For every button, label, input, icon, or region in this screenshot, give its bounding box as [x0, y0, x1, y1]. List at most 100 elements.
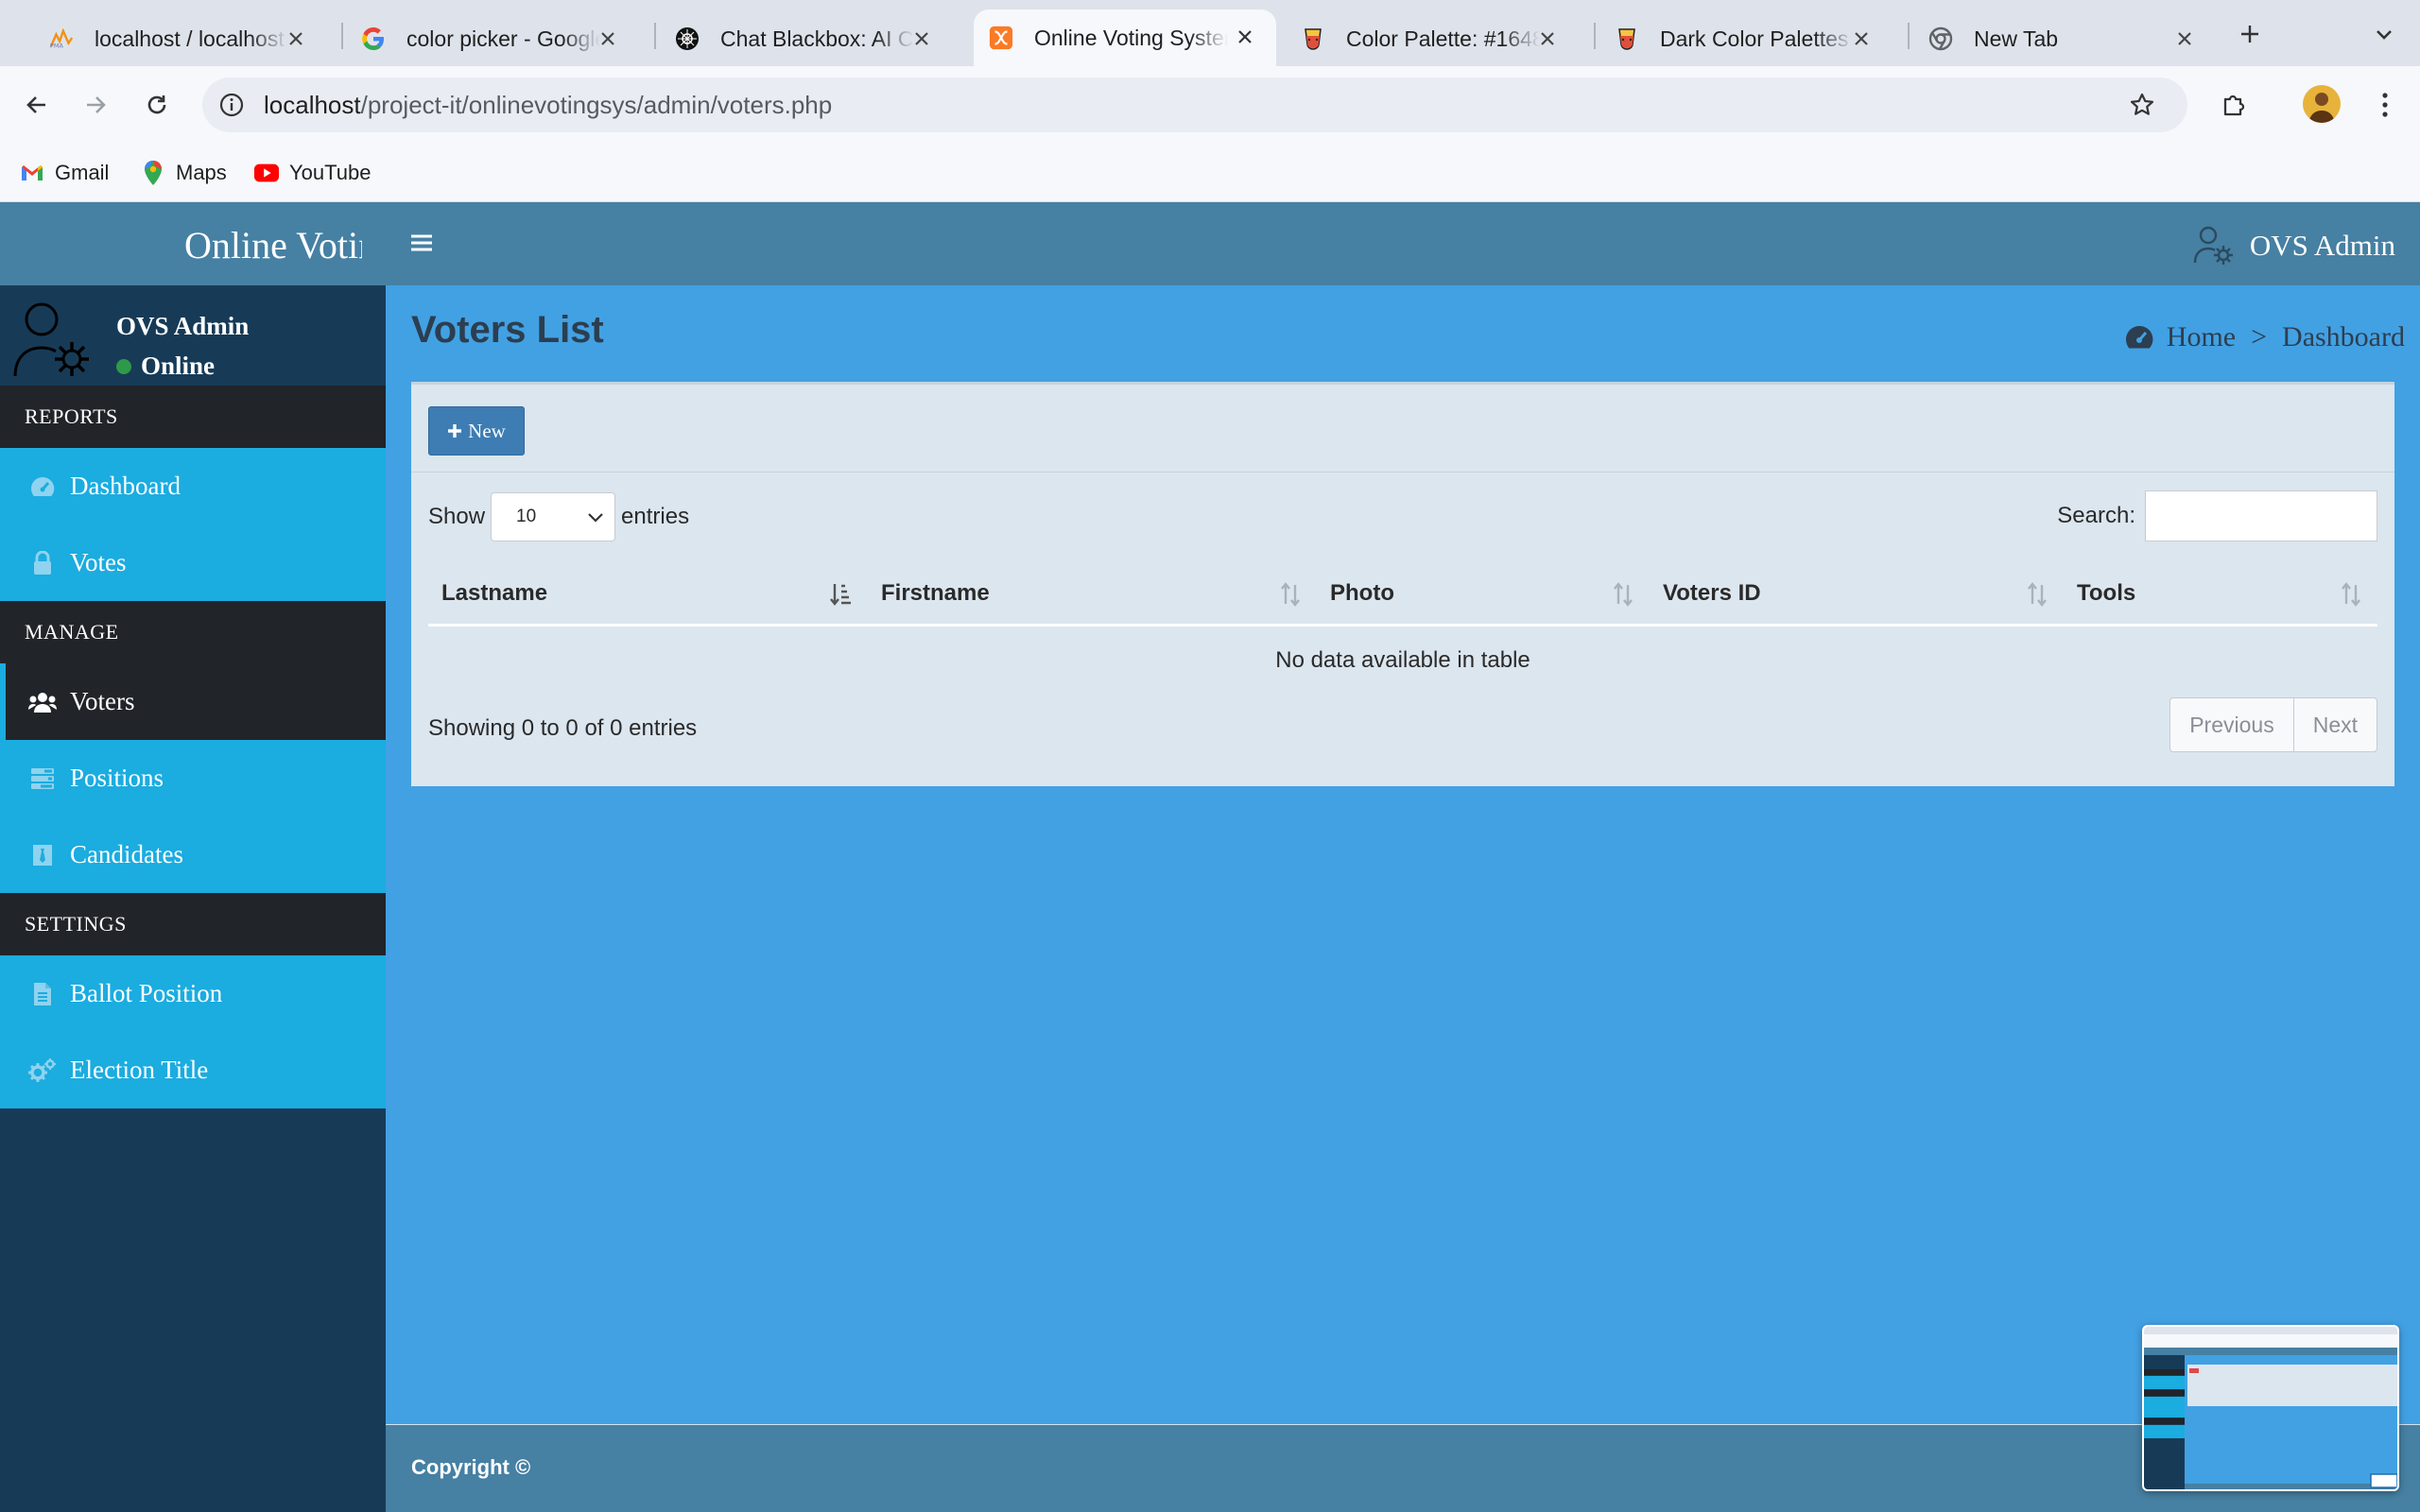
tab-title: Chat Blackbox: AI Co — [720, 26, 914, 51]
tab-separator — [654, 23, 656, 49]
bookmark-label: Maps — [176, 161, 227, 184]
page-title: Voters List — [411, 309, 604, 351]
browser-tab[interactable]: PMA localhost / localhost — [34, 11, 327, 66]
tab-title: New Tab — [1974, 26, 2059, 51]
page-length-select[interactable]: 10 — [491, 492, 616, 541]
sidebar-item-candidates[interactable]: Candidates — [0, 816, 386, 893]
sort-icon — [1610, 581, 1636, 608]
table-empty-message: No data available in table — [1275, 647, 1530, 673]
column-header-tools[interactable]: Tools — [2064, 564, 2377, 623]
url-text: localhost/project-it/onlinevotingsys/adm… — [264, 91, 832, 120]
close-icon[interactable] — [908, 25, 936, 53]
sort-asc-icon — [828, 581, 855, 608]
page-length-control: Show 10 entries — [428, 492, 689, 541]
sidebar-header-settings: SETTINGS — [0, 893, 386, 955]
address-bar[interactable]: localhost/project-it/onlinevotingsys/adm… — [202, 77, 2187, 132]
site-info-icon[interactable] — [216, 89, 248, 121]
tab-separator — [1594, 23, 1596, 49]
tasks-icon — [28, 765, 57, 793]
phpmyadmin-icon: PMA — [49, 26, 74, 51]
xampp-icon — [989, 26, 1013, 50]
search-label: Search: — [2057, 503, 2135, 528]
sidebar-item-label: Votes — [70, 548, 127, 576]
show-label: Show — [428, 504, 486, 529]
app-root: Online Voting System OVS Admin OVS Admin… — [0, 202, 2420, 1512]
breadcrumb: Home > Dashboard — [2123, 321, 2405, 353]
box-header: New — [411, 385, 2394, 472]
next-page-button[interactable]: Next — [2292, 698, 2377, 751]
close-icon[interactable] — [2170, 25, 2199, 53]
brand-logo[interactable]: Online Voting System — [0, 202, 386, 285]
google-icon — [361, 26, 386, 51]
sort-icon — [2024, 581, 2050, 608]
extensions-button[interactable] — [2212, 83, 2256, 127]
pagination: Previous Next — [2169, 697, 2377, 752]
sidebar-item-ballot-position[interactable]: Ballot Position — [0, 955, 386, 1032]
table-header-row: Lastname Firstname Photo Voters ID Tools — [428, 564, 2377, 627]
column-header-photo[interactable]: Photo — [1317, 564, 1650, 623]
sidebar-item-votes[interactable]: Votes — [0, 524, 386, 601]
browser-tab-active[interactable]: Online Voting System — [974, 9, 1276, 66]
bookmark-star-icon[interactable] — [2126, 89, 2158, 121]
footer: Copyright © — [386, 1424, 2420, 1512]
browser-menu-button[interactable] — [2363, 83, 2407, 127]
previous-page-button[interactable]: Previous — [2170, 698, 2292, 751]
browser-tab[interactable]: Dark Color Palettes — [1599, 11, 1893, 66]
browser-toolbar: localhost/project-it/onlinevotingsys/adm… — [0, 66, 2420, 144]
column-header-lastname[interactable]: Lastname — [428, 564, 868, 623]
user-gear-icon — [11, 299, 96, 382]
browser-tab[interactable]: color picker - Google — [346, 11, 639, 66]
new-button-label: New — [468, 419, 506, 442]
close-icon[interactable] — [594, 25, 622, 53]
close-icon[interactable] — [1533, 25, 1562, 53]
blackbox-icon — [675, 26, 700, 51]
user-panel: OVS Admin Online — [0, 285, 386, 386]
new-tab-button[interactable] — [2231, 15, 2269, 53]
plus-icon — [447, 423, 462, 438]
new-voter-button[interactable]: New — [428, 406, 525, 455]
close-icon[interactable] — [1231, 23, 1259, 51]
back-button[interactable] — [15, 83, 59, 127]
forward-button[interactable] — [74, 83, 117, 127]
palette-icon — [1301, 26, 1325, 51]
search-input[interactable] — [2145, 490, 2377, 541]
tab-search-button[interactable] — [2365, 15, 2403, 53]
plus-icon — [2241, 26, 2258, 43]
close-icon[interactable] — [1847, 25, 1876, 53]
breadcrumb-home-link[interactable]: Home — [2167, 321, 2236, 353]
chevron-down-icon — [584, 507, 607, 529]
column-header-firstname[interactable]: Firstname — [868, 564, 1317, 623]
sidebar-header-manage: MANAGE — [0, 601, 386, 663]
youtube-icon — [253, 160, 280, 186]
column-label: Photo — [1330, 580, 1394, 606]
tab-title: Color Palette: #1648 — [1346, 26, 1540, 51]
page-length-value: 10 — [516, 507, 537, 526]
url-path: /project-it/onlinevotingsys/admin/voters… — [360, 91, 833, 119]
browser-tab[interactable]: Color Palette: #1648 — [1286, 11, 1579, 66]
profile-avatar[interactable] — [2303, 85, 2341, 123]
browser-tab[interactable]: Chat Blackbox: AI Co — [660, 11, 953, 66]
reload-button[interactable] — [135, 83, 179, 127]
sidebar-item-label: Dashboard — [70, 472, 181, 500]
copyright-text: Copyright © — [411, 1455, 531, 1479]
sidebar-item-positions[interactable]: Positions — [0, 740, 386, 816]
browser-tab[interactable]: New Tab — [1913, 11, 2216, 66]
tab-title: localhost / localhost — [95, 26, 285, 51]
sidebar-toggle-button[interactable] — [408, 229, 435, 257]
sidebar-item-election-title[interactable]: Election Title — [0, 1032, 386, 1108]
user-menu[interactable]: OVS Admin — [2191, 223, 2395, 268]
sidebar-item-dashboard[interactable]: Dashboard — [0, 448, 386, 524]
column-header-voters-id[interactable]: Voters ID — [1650, 564, 2064, 623]
screenshot-thumbnail[interactable] — [2142, 1325, 2399, 1491]
palette-icon — [1615, 26, 1639, 51]
sidebar-item-label: Ballot Position — [70, 979, 223, 1007]
bookmark-maps[interactable]: Maps — [140, 157, 227, 189]
sidebar-item-voters[interactable]: Voters — [0, 663, 386, 740]
bookmark-youtube[interactable]: YouTube — [253, 157, 371, 189]
brand-title: Online Voting System — [184, 224, 362, 266]
user-status-label: Online — [141, 352, 216, 380]
close-icon[interactable] — [282, 25, 310, 53]
table-info: Showing 0 to 0 of 0 entries — [428, 715, 698, 741]
bookmark-gmail[interactable]: Gmail — [19, 157, 109, 189]
column-label: Lastname — [441, 580, 548, 606]
